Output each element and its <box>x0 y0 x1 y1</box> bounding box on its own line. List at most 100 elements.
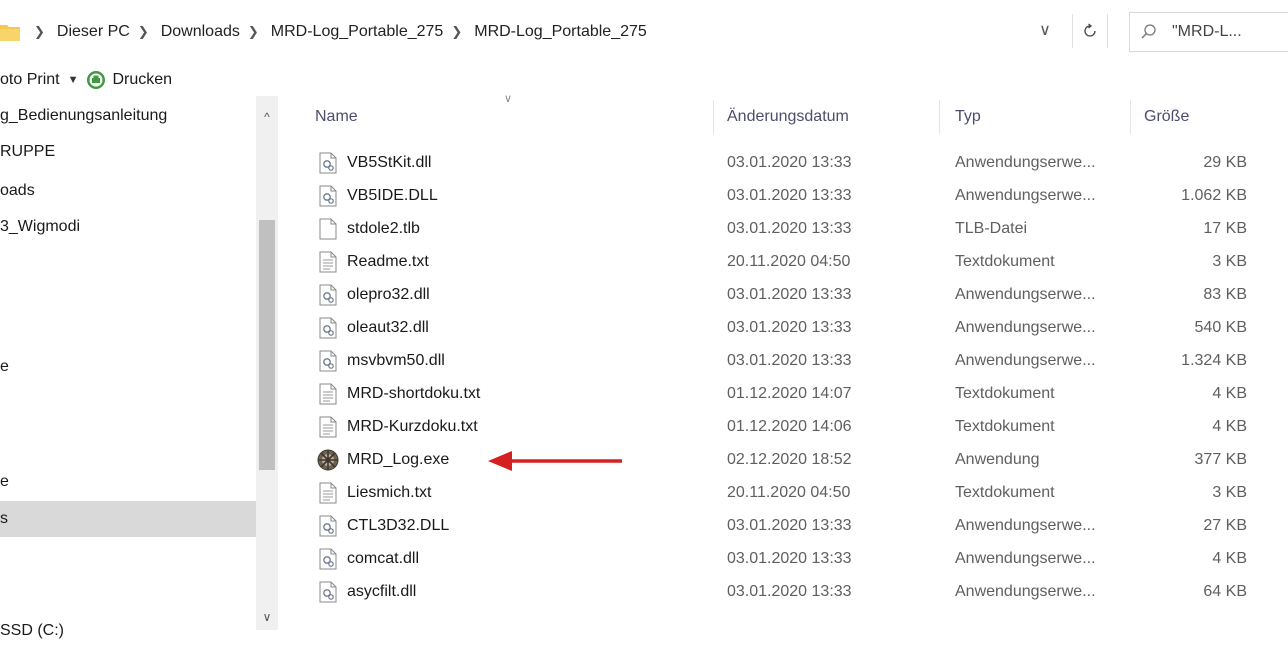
print-button[interactable]: Drucken <box>112 71 172 89</box>
address-bar[interactable]: ❯ Dieser PC ❯ Downloads ❯ MRD-Log_Portab… <box>0 0 1288 64</box>
file-date: 01.12.2020 14:07 <box>727 385 852 402</box>
folder-icon <box>0 21 20 43</box>
text-file-icon <box>319 383 337 405</box>
file-date: 20.11.2020 04:50 <box>727 253 851 270</box>
file-type: Textdokument <box>955 253 1055 270</box>
search-input[interactable]: "MRD-L... <box>1172 23 1242 41</box>
search-box[interactable]: "MRD-L... <box>1129 12 1288 52</box>
file-row[interactable]: msvbvm50.dll 03.01.2020 13:33 Anwendungser… <box>278 344 1288 377</box>
chevron-right-icon[interactable]: ❯ <box>34 24 45 40</box>
file-row[interactable]: CTL3D32.DLL 03.01.2020 13:33 Anwendungserw… <box>278 509 1288 542</box>
file-date: 20.11.2020 04:50 <box>727 484 851 501</box>
file-size: 27 KB <box>1203 517 1247 534</box>
printer-icon <box>86 70 106 90</box>
breadcrumb-item-this-pc[interactable]: Dieser PC <box>57 23 130 41</box>
file-name: stdole2.tlb <box>347 220 420 237</box>
scroll-down-icon[interactable]: ∨ <box>256 610 278 624</box>
chevron-right-icon[interactable]: ❯ <box>248 24 259 40</box>
file-name: CTL3D32.DLL <box>347 517 450 534</box>
file-row[interactable]: MRD-Kurzdoku.txt 01.12.2020 14:06 Textdoku… <box>278 410 1288 443</box>
file-size: 17 KB <box>1203 220 1247 237</box>
file-type: Anwendungserwe... <box>955 319 1096 336</box>
breadcrumb-item-downloads[interactable]: Downloads <box>161 23 240 41</box>
chevron-right-icon[interactable]: ❯ <box>451 24 462 40</box>
address-history-chevron-down-icon[interactable]: ∨ <box>1034 20 1056 40</box>
refresh-button[interactable] <box>1072 14 1108 48</box>
nav-item-downloads[interactable]: oads <box>0 174 256 207</box>
text-file-icon <box>319 482 337 504</box>
exe-app-icon <box>317 449 339 471</box>
file-name: Liesmich.txt <box>347 484 432 501</box>
file-size: 4 KB <box>1212 418 1247 435</box>
photo-print-button[interactable]: oto Print <box>0 71 60 89</box>
scroll-up-icon[interactable]: ^ <box>256 110 278 124</box>
file-name: VB5IDE.DLL <box>347 187 438 204</box>
nav-item-bedienungsanleitung[interactable]: g_Bedienungsanleitung <box>0 99 256 132</box>
file-name: olepro32.dll <box>347 286 430 303</box>
file-name: comcat.dll <box>347 550 420 567</box>
file-size: 1.324 KB <box>1181 352 1247 369</box>
file-type: Anwendungserwe... <box>955 352 1096 369</box>
file-type: Anwendungserwe... <box>955 550 1096 567</box>
column-header-date[interactable]: Änderungsdatum <box>727 96 849 138</box>
nav-item-ssd-c[interactable]: SSD (C:) <box>0 614 256 647</box>
file-name: MRD-shortdoku.txt <box>347 385 481 402</box>
file-date: 03.01.2020 13:33 <box>727 187 852 204</box>
nav-item-wigmodi[interactable]: 3_Wigmodi <box>0 210 256 243</box>
breadcrumb-item-current-folder[interactable]: MRD-Log_Portable_275 <box>474 23 647 41</box>
navigation-scrollbar[interactable]: ^ ∨ <box>256 96 278 630</box>
file-row[interactable]: stdole2.tlb 03.01.2020 13:33 TLB-Datei 17 K… <box>278 212 1288 245</box>
file-type: TLB-Datei <box>955 220 1028 237</box>
nav-item-e-2[interactable]: e <box>0 465 256 498</box>
file-row[interactable]: Liesmich.txt 20.11.2020 04:50 Textdokument… <box>278 476 1288 509</box>
file-row[interactable]: asycfilt.dll 03.01.2020 13:33 Anwendungser… <box>278 575 1288 608</box>
nav-item-gruppe[interactable]: RUPPE <box>0 135 256 168</box>
file-date: 01.12.2020 14:06 <box>727 418 852 435</box>
chevron-right-icon[interactable]: ❯ <box>138 24 149 40</box>
dll-icon <box>319 515 337 537</box>
file-name: MRD-Kurzdoku.txt <box>347 418 478 435</box>
file-type: Anwendungserwe... <box>955 154 1096 171</box>
command-toolbar: oto Print ▼ Drucken <box>0 64 1288 96</box>
file-size: 4 KB <box>1212 550 1247 567</box>
file-row[interactable]: comcat.dll 03.01.2020 13:33 Anwendungserwe… <box>278 542 1288 575</box>
file-row[interactable]: oleaut32.dll 03.01.2020 13:33 Anwendungser… <box>278 311 1288 344</box>
column-header-row: ∨ Name Änderungsdatum Typ Größe <box>278 93 1288 138</box>
caret-down-icon[interactable]: ▼ <box>68 74 79 86</box>
nav-item-e[interactable]: e <box>0 350 256 383</box>
file-name: oleaut32.dll <box>347 319 429 336</box>
file-size: 83 KB <box>1203 286 1247 303</box>
file-date: 03.01.2020 13:33 <box>727 352 852 369</box>
text-file-icon <box>319 251 337 273</box>
file-row[interactable]: VB5IDE.DLL 03.01.2020 13:33 Anwendungserwe… <box>278 179 1288 212</box>
nav-item-selected[interactable]: s <box>0 501 256 537</box>
file-date: 03.01.2020 13:33 <box>727 583 852 600</box>
column-header-size[interactable]: Größe <box>1144 96 1189 138</box>
file-row[interactable]: olepro32.dll 03.01.2020 13:33 Anwendungser… <box>278 278 1288 311</box>
file-size: 3 KB <box>1212 253 1247 270</box>
file-row[interactable]: Readme.txt 20.11.2020 04:50 Textdokument 3 … <box>278 245 1288 278</box>
file-size: 540 KB <box>1194 319 1247 336</box>
file-row[interactable]: MRD_Log.exe 02.12.2020 18:52 Anwendung 377 … <box>278 443 1288 476</box>
scrollbar-thumb[interactable] <box>259 220 275 470</box>
file-size: 64 KB <box>1203 583 1247 600</box>
file-size: 377 KB <box>1194 451 1247 468</box>
dll-icon <box>319 350 337 372</box>
column-divider[interactable] <box>713 100 714 134</box>
column-divider[interactable] <box>939 100 940 134</box>
file-row[interactable]: MRD-shortdoku.txt 01.12.2020 14:07 Textdok… <box>278 377 1288 410</box>
sort-chevron-icon: ∨ <box>504 93 513 105</box>
blank-file-icon <box>319 218 337 240</box>
column-header-type[interactable]: Typ <box>955 96 981 138</box>
dll-icon <box>319 317 337 339</box>
file-name: VB5StKit.dll <box>347 154 432 171</box>
file-type: Anwendungserwe... <box>955 286 1096 303</box>
breadcrumb-item-folder[interactable]: MRD-Log_Portable_275 <box>271 23 444 41</box>
column-header-name[interactable]: Name <box>315 96 358 138</box>
file-name: asycfilt.dll <box>347 583 417 600</box>
column-divider[interactable] <box>1130 100 1131 134</box>
file-date: 03.01.2020 13:33 <box>727 319 852 336</box>
file-type: Textdokument <box>955 385 1055 402</box>
file-row[interactable]: VB5StKit.dll 03.01.2020 13:33 Anwendungser… <box>278 146 1288 179</box>
dll-icon <box>319 185 337 207</box>
